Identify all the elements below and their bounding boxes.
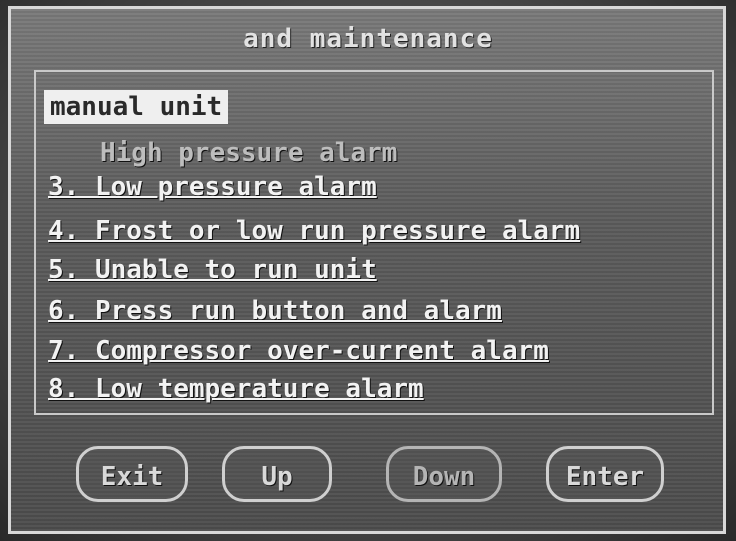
enter-button[interactable]: Enter <box>546 446 664 502</box>
menu-item-1[interactable]: manual unit <box>44 90 229 124</box>
menu-item-4[interactable]: 4. Frost or low run pressure alarm <box>48 214 580 248</box>
exit-button[interactable]: Exit <box>76 446 188 502</box>
menu-item-5[interactable]: 5. Unable to run unit <box>48 253 377 287</box>
menu-item-7[interactable]: 7. Compressor over-current alarm <box>48 334 549 368</box>
page-title: and maintenance <box>243 24 493 54</box>
menu-item-6[interactable]: 6. Press run button and alarm <box>48 294 502 328</box>
down-button[interactable]: Down <box>386 446 502 502</box>
up-button[interactable]: Up <box>222 446 332 502</box>
menu-item-3[interactable]: 3. Low pressure alarm <box>48 170 377 204</box>
menu-item-8[interactable]: 8. Low temperature alarm <box>48 372 424 406</box>
menu-item-2[interactable]: High pressure alarm <box>100 136 397 170</box>
lcd-screen: and maintenance manual unit High pressur… <box>0 0 736 541</box>
